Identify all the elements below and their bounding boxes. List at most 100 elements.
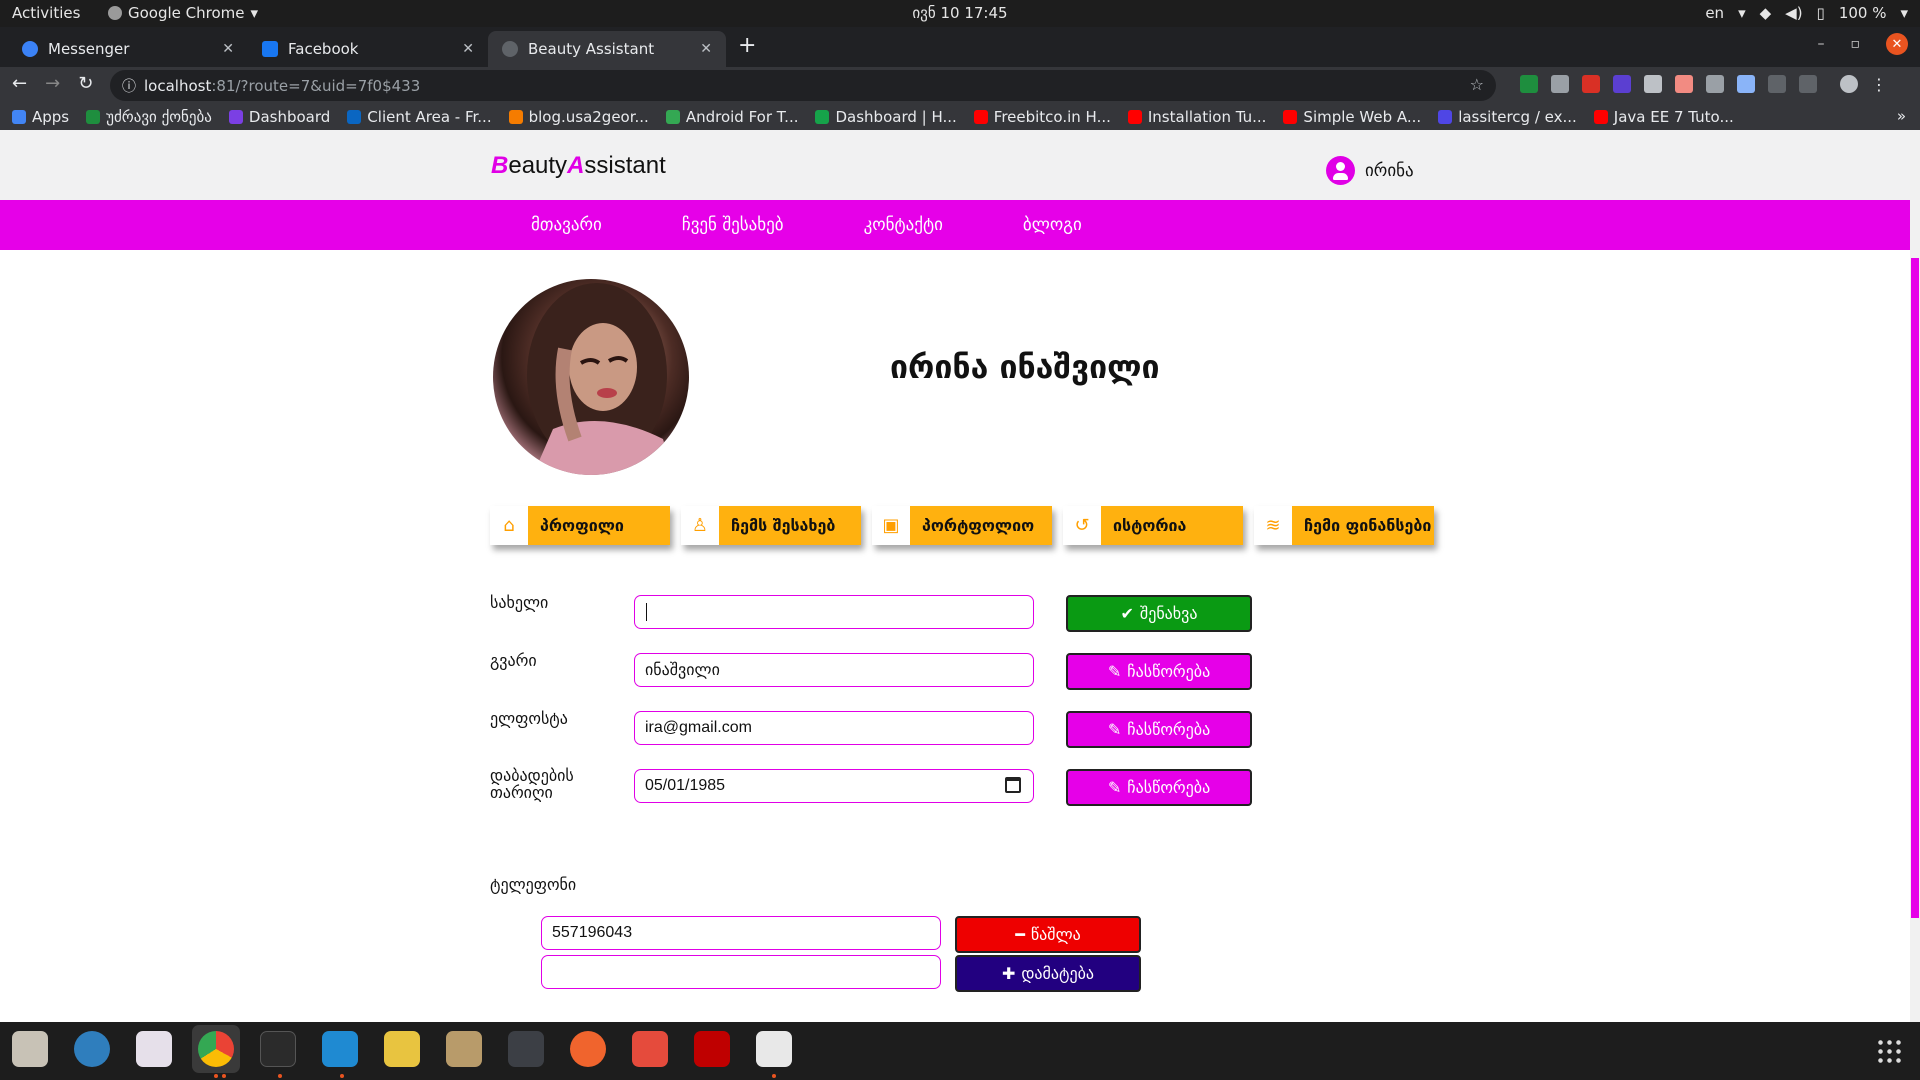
button-label: შენახვა	[1139, 604, 1198, 623]
chrome-icon[interactable]	[198, 1031, 234, 1067]
wave-extension-icon[interactable]	[1799, 75, 1817, 93]
bookmark-item[interactable]: უძრავი ქონება	[86, 108, 212, 126]
close-icon[interactable]: ✕	[462, 41, 474, 57]
email-input[interactable]: ira@gmail.com	[634, 711, 1034, 745]
pidgin-icon[interactable]	[384, 1031, 420, 1067]
close-window-button[interactable]: ✕	[1886, 33, 1908, 55]
bookmark-item[interactable]: blog.usa2geor...	[508, 108, 649, 126]
clock[interactable]: ივნ 10 17:45	[912, 4, 1007, 22]
scrollbar-thumb[interactable]	[1911, 258, 1919, 918]
app-menu[interactable]: Google Chrome ▾	[108, 4, 258, 22]
close-icon[interactable]: ✕	[222, 41, 234, 57]
tab-messenger[interactable]: Messenger ✕	[8, 31, 248, 67]
tweaks-icon[interactable]	[136, 1031, 172, 1067]
home-icon: ⌂	[490, 506, 528, 545]
user-name: ირინა	[1365, 160, 1414, 181]
user-menu[interactable]: ირინა	[1326, 156, 1414, 185]
kebab-menu-icon[interactable]: ⋮	[1871, 75, 1887, 94]
phone-input-1[interactable]: 557196043	[541, 916, 941, 950]
edit-email-button[interactable]: ✎ ჩასწორება	[1066, 711, 1252, 748]
pen-extension-icon[interactable]	[1675, 75, 1693, 93]
battery-label: 100 %	[1838, 4, 1887, 22]
profile-avatar-icon[interactable]	[1840, 75, 1858, 93]
gear-extension-icon[interactable]	[1644, 75, 1662, 93]
cube-extension-icon[interactable]	[1613, 75, 1631, 93]
system-monitor-icon[interactable]	[508, 1031, 544, 1067]
first-name-input[interactable]	[634, 595, 1034, 629]
bookmark-item[interactable]: Android For T...	[665, 108, 798, 126]
archive-manager-icon[interactable]	[446, 1031, 482, 1067]
bookmark-item[interactable]: Dashboard	[228, 108, 330, 126]
chevron-down-icon: ▾	[1738, 4, 1746, 22]
vscode-icon[interactable]	[322, 1031, 358, 1067]
add-phone-button[interactable]: ✚ დამატება	[955, 955, 1141, 992]
tab-portfolio[interactable]: ▣ პორტფოლიო	[872, 506, 1052, 545]
bookmark-item[interactable]: Dashboard | H...	[815, 108, 957, 126]
edit-birth-date-button[interactable]: ✎ ჩასწორება	[1066, 769, 1252, 806]
bookmark-item[interactable]: Simple Web A...	[1283, 108, 1421, 126]
tab-profile[interactable]: ⌂ პროფილი	[490, 506, 670, 545]
files-icon[interactable]	[12, 1031, 48, 1067]
page-viewport: BeautyAssistant ირინა მთავარი ჩვენ შესახ…	[0, 130, 1920, 1022]
language-indicator[interactable]: en	[1705, 4, 1724, 22]
filezilla-icon[interactable]	[694, 1031, 730, 1067]
youtube-icon	[1127, 110, 1142, 124]
forward-icon[interactable]: →	[45, 73, 60, 94]
tab-label: ისტორია	[1113, 516, 1187, 535]
info-icon[interactable]: ⓘ	[122, 76, 136, 96]
new-tab-button[interactable]: +	[738, 33, 756, 58]
terminal-icon[interactable]	[260, 1031, 296, 1067]
bookmark-label: blog.usa2geor...	[528, 108, 649, 126]
git-app-icon[interactable]	[632, 1031, 668, 1067]
save-first-name-button[interactable]: ✔ შენახვა	[1066, 595, 1252, 632]
tab-beauty-assistant[interactable]: Beauty Assistant ✕	[488, 31, 726, 67]
postman-icon[interactable]	[570, 1031, 606, 1067]
bookmark-item[interactable]: Java EE 7 Tuto...	[1593, 108, 1734, 126]
bookmark-star-icon[interactable]: ☆	[1470, 75, 1484, 94]
flash-extension-icon[interactable]	[1582, 75, 1600, 93]
text-cursor	[646, 603, 647, 621]
tab-history[interactable]: ↺ ისტორია	[1063, 506, 1243, 545]
show-applications-icon[interactable]	[1876, 1038, 1902, 1064]
delete-phone-button[interactable]: ━ წაშლა	[955, 916, 1141, 953]
nav-about[interactable]: ჩვენ შესახებ	[682, 215, 784, 235]
note-extension-icon[interactable]	[1737, 75, 1755, 93]
css-extension-icon[interactable]	[1768, 75, 1786, 93]
minimize-icon[interactable]: –	[1818, 36, 1825, 52]
back-icon[interactable]: ←	[12, 73, 27, 94]
site-logo[interactable]: BeautyAssistant	[491, 152, 666, 180]
bookmark-item[interactable]: Freebitco.in H...	[973, 108, 1111, 126]
address-bar[interactable]: ⓘ localhost:81/?route=7&uid=7f0$433 ☆	[110, 70, 1496, 101]
bookmark-item[interactable]: Installation Tu...	[1127, 108, 1266, 126]
ghost-extension-icon[interactable]	[1706, 75, 1724, 93]
close-icon[interactable]: ✕	[700, 41, 712, 57]
bookmark-item[interactable]: lassitercg / ex...	[1438, 108, 1577, 126]
globe-icon	[502, 41, 518, 57]
nav-contact[interactable]: კონტაქტი	[864, 215, 943, 235]
tab-about-me[interactable]: ♙ ჩემს შესახებ	[681, 506, 861, 545]
bookmark-item[interactable]: Client Area - Fr...	[347, 108, 492, 126]
bookmark-item[interactable]: Apps	[12, 108, 69, 126]
last-name-input[interactable]: ინაშვილი	[634, 653, 1034, 687]
page-scrollbar[interactable]	[1910, 130, 1920, 1022]
nav-home[interactable]: მთავარი	[531, 215, 602, 235]
calendar-icon[interactable]	[1005, 777, 1021, 793]
profile-tabs: ⌂ პროფილი ♙ ჩემს შესახებ ▣ პორტფოლიო ↺ ისტორ…	[490, 506, 1434, 545]
activities-button[interactable]: Activities	[12, 4, 80, 22]
restore-icon[interactable]: ▫	[1851, 36, 1861, 52]
edit-last-name-button[interactable]: ✎ ჩასწორება	[1066, 653, 1252, 690]
remote-desktop-icon[interactable]	[74, 1031, 110, 1067]
system-tray[interactable]: en ▾ ◆ ◀) ▯ 100 % ▾	[1705, 4, 1908, 22]
settings-icon[interactable]	[756, 1031, 792, 1067]
library-extension-icon[interactable]	[1551, 75, 1569, 93]
bookmarks-overflow-button[interactable]: »	[1897, 107, 1906, 125]
email-label: ელფოსტა	[490, 709, 568, 728]
reload-icon[interactable]: ↻	[78, 73, 93, 94]
shield-extension-icon[interactable]	[1520, 75, 1538, 93]
nav-blog[interactable]: ბლოგი	[1023, 215, 1082, 235]
tab-facebook[interactable]: Facebook ✕	[248, 31, 488, 67]
bookmark-favicon-icon	[1438, 110, 1453, 124]
phone-input-2[interactable]	[541, 955, 941, 989]
birth-date-input[interactable]: 05/01/1985	[634, 769, 1034, 803]
tab-finances[interactable]: ≋ ჩემი ფინანსები	[1254, 506, 1434, 545]
